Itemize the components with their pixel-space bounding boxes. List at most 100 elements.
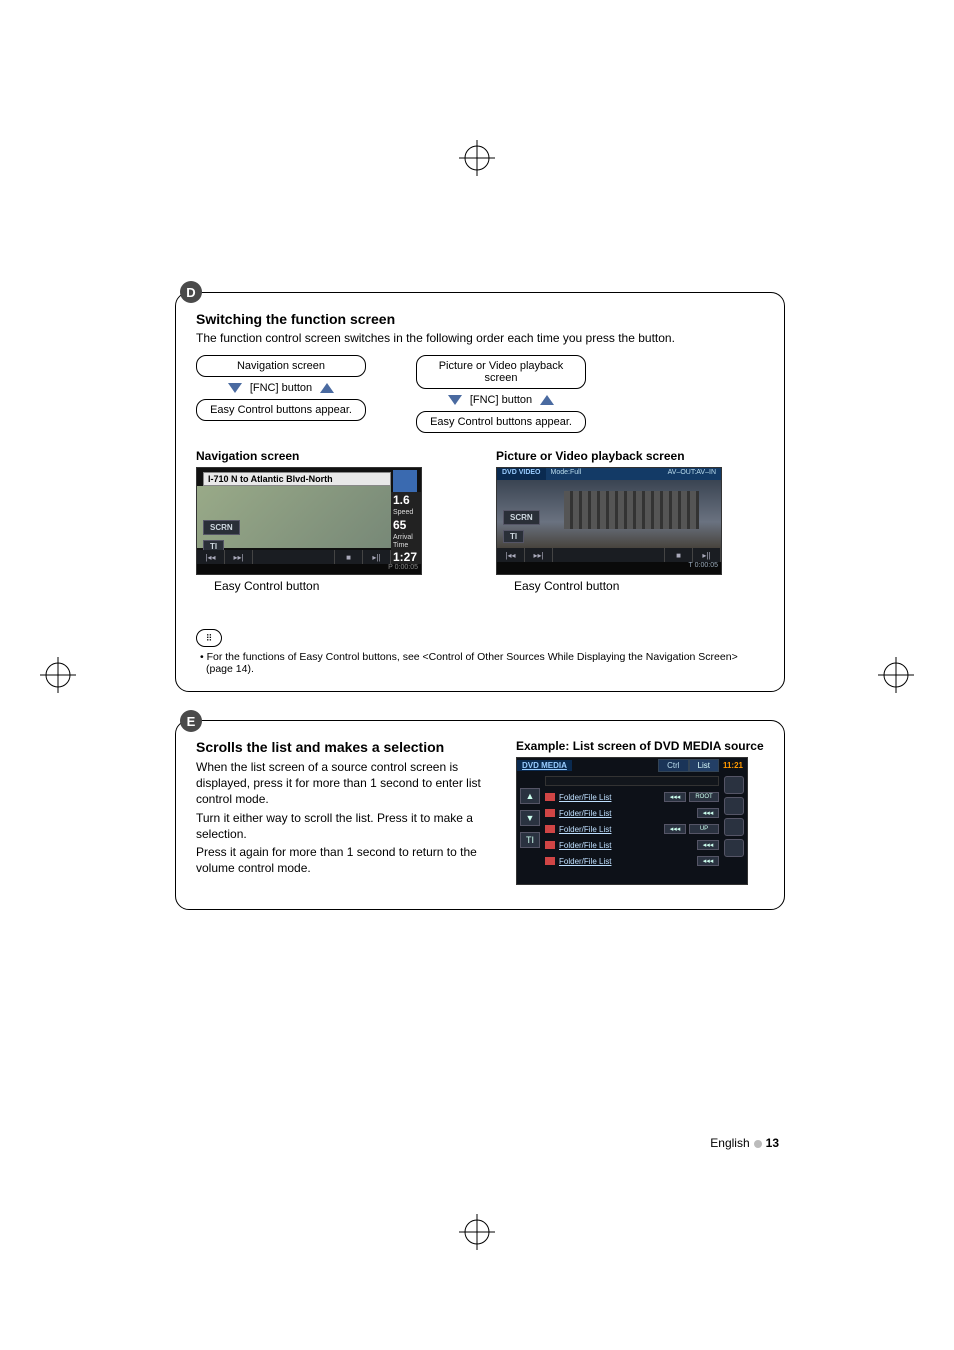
list-item-label: Folder/File List	[559, 809, 694, 818]
dm-clock: 11:21	[719, 761, 747, 770]
dm-source: DVD MEDIA	[517, 760, 572, 771]
dvd-mode-label: Mode:Full	[546, 468, 587, 480]
section-d-badge: D	[180, 281, 202, 303]
rewind-icon[interactable]: ◂◂◂	[664, 824, 686, 834]
section-d: Switching the function screen The functi…	[175, 292, 785, 692]
list-item-label: Folder/File List	[559, 825, 661, 834]
dm-video-icon[interactable]	[724, 797, 744, 815]
section-d-lead: The function control screen switches in …	[196, 331, 764, 345]
next-track-icon[interactable]: ▸▸|	[525, 548, 553, 562]
nav-shot-label: Navigation screen	[196, 449, 436, 463]
list-item-label: Folder/File List	[559, 857, 694, 866]
rewind-icon[interactable]: ◂◂◂	[664, 792, 686, 802]
e-p1: When the list screen of a source control…	[196, 759, 486, 808]
list-item[interactable]: Folder/File List◂◂◂	[545, 806, 719, 820]
section-e: Scrolls the list and makes a selection W…	[175, 720, 785, 910]
dvd-time: 0:00:05	[695, 562, 718, 569]
stop-icon[interactable]: ■	[665, 548, 693, 562]
list-item[interactable]: Folder/File List◂◂◂ROOT	[545, 790, 719, 804]
dvd-avout-label: AV–OUT:AV–IN	[586, 468, 721, 480]
list-item-label: Folder/File List	[559, 841, 694, 850]
note-text: • For the functions of Easy Control butt…	[196, 651, 764, 675]
flow-nav-mid: [FNC] button	[250, 382, 312, 394]
ti-button[interactable]: TI	[503, 530, 524, 543]
crop-mark-left	[40, 657, 76, 693]
dvd-screenshot: DVD VIDEO Mode:Full AV–OUT:AV–IN SCRN TI…	[496, 467, 722, 575]
dvd-t: T	[689, 562, 693, 569]
arrow-down-icon	[228, 383, 242, 393]
dm-music-icon[interactable]	[724, 776, 744, 794]
e-p2: Turn it either way to scroll the list. P…	[196, 810, 486, 842]
next-track-icon[interactable]: ▸▸|	[225, 550, 253, 564]
dm-path-bar	[545, 776, 719, 786]
footer-time: 0:00:05	[395, 564, 418, 571]
play-pause-icon[interactable]: ▸||	[693, 548, 721, 562]
arrow-down-icon	[448, 395, 462, 405]
footer-p: P	[388, 564, 393, 571]
dvd-source-label: DVD VIDEO	[497, 468, 546, 480]
section-e-title: Scrolls the list and makes a selection	[196, 739, 486, 755]
easy-control-bar[interactable]: |◂◂ ▸▸| ■ ▸||	[197, 550, 391, 564]
folder-icon	[545, 793, 555, 801]
prev-track-icon[interactable]: |◂◂	[497, 548, 525, 562]
nav-info-panel: 1.6 Speed 65 Arrival Time 1:27	[391, 492, 421, 574]
nav-distance: 1.6	[393, 494, 419, 507]
list-item[interactable]: Folder/File List◂◂◂	[545, 838, 719, 852]
up-tag[interactable]: UP	[689, 824, 719, 834]
example-title: Example: List screen of DVD MEDIA source	[516, 739, 764, 753]
dm-tab-list[interactable]: List	[689, 759, 719, 772]
flow-diagram: Navigation screen [FNC] button Easy Cont…	[196, 355, 764, 433]
dvd-easy-sub: Easy Control button	[496, 579, 736, 593]
rewind-icon[interactable]: ◂◂◂	[697, 808, 719, 818]
crop-mark-bottom	[459, 1214, 495, 1250]
crop-mark-right	[878, 657, 914, 693]
easy-control-bar[interactable]: |◂◂ ▸▸| ■ ▸||	[497, 548, 721, 562]
nav-arrival: 1:27	[393, 551, 419, 564]
dm-scroll-up[interactable]: ▲	[520, 788, 540, 804]
nav-easy-sub: Easy Control button	[196, 579, 436, 593]
section-d-title: Switching the function screen	[196, 311, 764, 327]
arrow-up-icon	[540, 395, 554, 405]
nav-turn-arrow-icon	[393, 470, 417, 492]
folder-icon	[545, 857, 555, 865]
list-item[interactable]: Folder/File List◂◂◂UP	[545, 822, 719, 836]
flow-nav-bot: Easy Control buttons appear.	[196, 399, 366, 421]
dm-scroll-down[interactable]: ▼	[520, 810, 540, 826]
footer-language: English	[710, 1136, 749, 1150]
section-e-badge: E	[180, 710, 202, 732]
note-icon: ⠿	[196, 629, 222, 647]
scrn-button[interactable]: SCRN	[503, 510, 540, 525]
root-tag[interactable]: ROOT	[689, 792, 719, 802]
dm-eject-icon[interactable]	[724, 839, 744, 857]
dm-disc-icon[interactable]	[724, 818, 744, 836]
dvd-media-list-screenshot: DVD MEDIA Ctrl List 11:21 ▲ ▼ TI	[516, 757, 748, 885]
list-item[interactable]: Folder/File List◂◂◂	[545, 854, 719, 868]
nav-arrival-label: Arrival Time	[393, 534, 419, 549]
folder-icon	[545, 825, 555, 833]
flow-pic-bot: Easy Control buttons appear.	[416, 411, 586, 433]
play-pause-icon[interactable]: ▸||	[363, 550, 391, 564]
nav-speed: 65	[393, 519, 419, 532]
pic-shot-label: Picture or Video playback screen	[496, 449, 736, 463]
nav-banner: I-710 N to Atlantic Blvd-North	[203, 472, 391, 486]
nav-speed-label: Speed	[393, 509, 419, 517]
dm-tab-ctrl[interactable]: Ctrl	[658, 759, 688, 772]
folder-icon	[545, 841, 555, 849]
nav-map	[197, 486, 391, 548]
flow-pic-top: Picture or Video playback screen	[416, 355, 586, 389]
dvd-footer: T 0:00:05	[497, 562, 721, 574]
folder-icon	[545, 809, 555, 817]
crop-mark-top	[459, 140, 495, 176]
flow-pic-mid: [FNC] button	[470, 394, 532, 406]
rewind-icon[interactable]: ◂◂◂	[697, 840, 719, 850]
arrow-up-icon	[320, 383, 334, 393]
stop-icon[interactable]: ■	[335, 550, 363, 564]
list-item-label: Folder/File List	[559, 793, 661, 802]
nav-screenshot: I-710 N to Atlantic Blvd-North 1.6 Speed…	[196, 467, 422, 575]
prev-track-icon[interactable]: |◂◂	[197, 550, 225, 564]
dm-list: Folder/File List◂◂◂ROOT Folder/File List…	[545, 790, 719, 870]
rewind-icon[interactable]: ◂◂◂	[697, 856, 719, 866]
footer-page-number: 13	[766, 1136, 779, 1150]
scrn-button[interactable]: SCRN	[203, 520, 240, 535]
dm-ti-button[interactable]: TI	[520, 832, 540, 848]
